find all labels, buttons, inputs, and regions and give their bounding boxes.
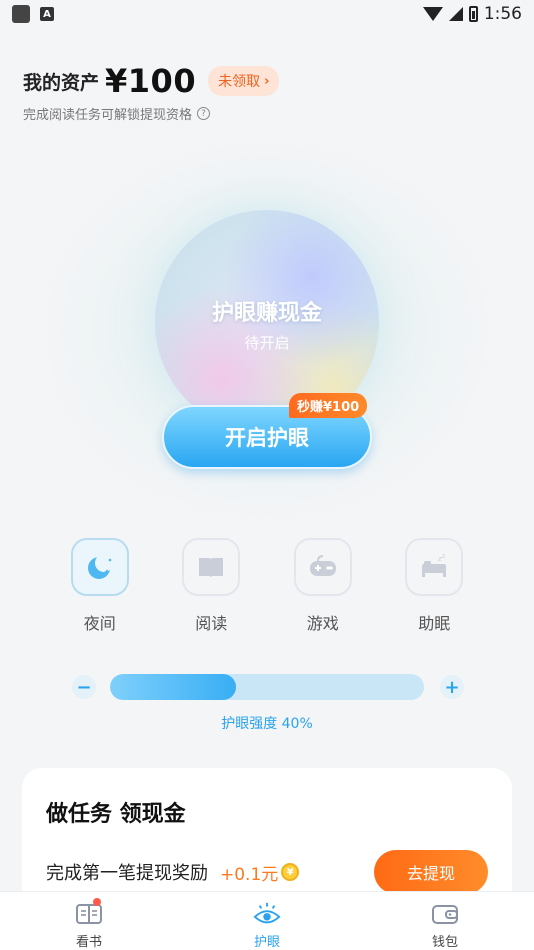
battery-icon — [468, 6, 478, 22]
intensity-track[interactable] — [110, 674, 424, 700]
signal-icon — [448, 7, 463, 21]
nav-eye-care[interactable]: 护眼 — [207, 892, 327, 950]
decrease-button[interactable]: − — [72, 675, 96, 699]
eye-nav-icon — [253, 900, 281, 927]
withdraw-button[interactable]: 去提现 — [374, 850, 488, 894]
mode-label: 助眠 — [418, 614, 451, 633]
book-icon — [182, 538, 241, 596]
app-notification-icon: A — [40, 7, 54, 21]
unclaimed-button[interactable]: 未领取 › — [208, 66, 280, 96]
increase-button[interactable]: + — [440, 675, 464, 699]
unclaimed-label: 未领取 — [218, 74, 261, 90]
help-icon[interactable]: ? — [197, 107, 211, 120]
orb-status: 待开启 — [244, 334, 290, 352]
tasks-title: 做任务 领现金 — [46, 802, 186, 827]
task-row: 完成第一笔提现奖励 +0.1元 ¥ 去提现 — [46, 850, 488, 894]
notification-dot — [93, 898, 101, 906]
nav-label: 看书 — [75, 935, 102, 950]
task-reward: +0.1元 ¥ — [220, 860, 300, 885]
intensity-slider: − + — [72, 674, 464, 700]
status-bar: A 1:56 — [0, 0, 534, 28]
bottom-nav: 看书 护眼 钱包 — [0, 891, 534, 950]
mode-label: 游戏 — [306, 614, 339, 633]
assets-subtitle: 完成阅读任务可解锁提现资格 — [23, 108, 193, 123]
status-time: 1:56 — [483, 4, 522, 24]
task-name: 完成第一笔提现奖励 — [46, 863, 208, 884]
nav-label: 钱包 — [431, 935, 458, 950]
wallet-nav-icon — [431, 900, 459, 927]
mode-game[interactable]: 游戏 — [267, 538, 379, 634]
moon-icon — [70, 538, 129, 596]
mode-night[interactable]: 夜间 — [44, 538, 156, 634]
notification-icon — [12, 5, 30, 23]
mode-label: 阅读 — [195, 614, 228, 633]
assets-label: 我的资产 — [23, 71, 100, 94]
assets-amount: ¥100 — [105, 62, 197, 100]
nav-label: 护眼 — [253, 935, 280, 950]
chevron-right-icon: › — [264, 73, 270, 89]
svg-text:z: z — [442, 553, 445, 560]
nav-wallet[interactable]: 钱包 — [385, 892, 505, 950]
mode-sleep[interactable]: z z 助眠 — [379, 538, 491, 634]
coin-icon: ¥ — [281, 863, 300, 881]
gamepad-icon — [293, 538, 352, 596]
intensity-fill[interactable] — [110, 674, 236, 700]
assets-subtitle-row: 完成阅读任务可解锁提现资格 ? — [23, 104, 211, 123]
mode-reading[interactable]: 阅读 — [156, 538, 268, 634]
bonus-badge: 秒赚¥100 — [289, 393, 368, 418]
orb-title: 护眼赚现金 — [211, 301, 322, 326]
bed-icon: z z — [405, 538, 464, 596]
assets-header: 我的资产 ¥100 未领取 › — [23, 62, 280, 100]
task-reward-amount: +0.1元 — [220, 864, 279, 885]
nav-read[interactable]: 看书 — [29, 892, 149, 950]
mode-label: 夜间 — [83, 614, 116, 633]
wifi-icon — [422, 7, 443, 21]
intensity-caption: 护眼强度 40% — [221, 716, 313, 732]
mode-selector: 夜间 阅读 游戏 z z 助眠 — [44, 538, 490, 634]
